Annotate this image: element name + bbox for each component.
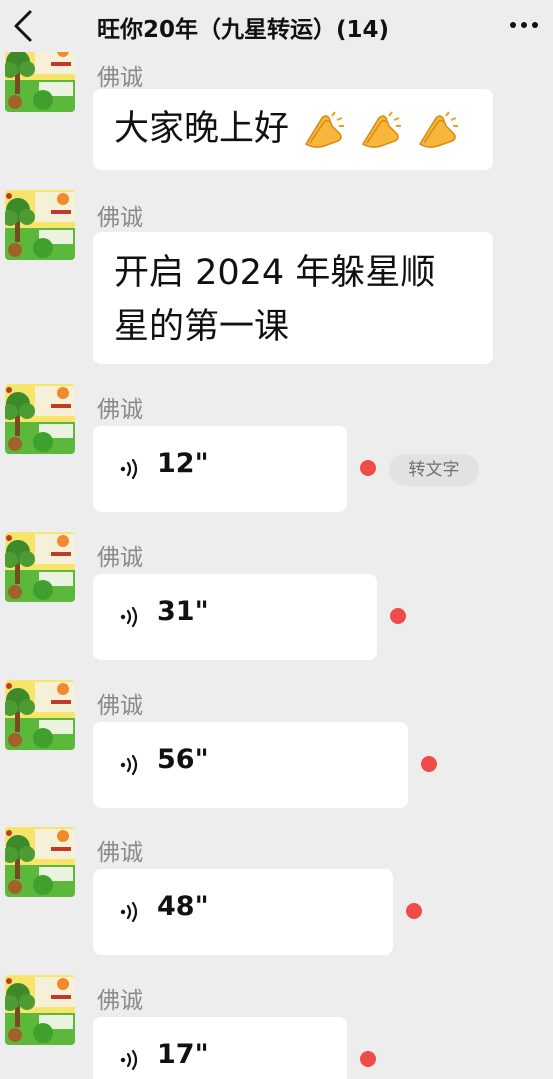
voice-wave-icon xyxy=(120,606,138,628)
sender-name: 佛诚 xyxy=(97,65,143,91)
unread-dot xyxy=(406,903,422,919)
clapping-hands-emoji xyxy=(302,110,346,150)
voice-bubble[interactable]: 56" xyxy=(93,722,408,808)
message-item: 佛诚 56" xyxy=(0,680,553,815)
chat-header: 旺你20年（九星转运）(14) xyxy=(0,0,553,52)
message-item: 佛诚 48" xyxy=(0,827,553,962)
text-bubble[interactable]: 开启 2024 年躲星顺 星的第一课 xyxy=(93,232,493,364)
avatar[interactable] xyxy=(5,827,75,897)
voice-bubble[interactable]: 12" xyxy=(93,426,347,512)
avatar[interactable] xyxy=(5,975,75,1045)
text-bubble[interactable]: 大家晚上好 xyxy=(93,89,493,170)
sender-name: 佛诚 xyxy=(97,693,143,719)
voice-wave-icon xyxy=(120,458,138,480)
message-item: 佛诚 31" xyxy=(0,532,553,667)
more-dots-icon[interactable] xyxy=(509,18,539,32)
unread-dot xyxy=(360,460,376,476)
avatar[interactable] xyxy=(5,384,75,454)
voice-duration: 31" xyxy=(157,596,209,627)
avatar[interactable] xyxy=(5,532,75,602)
sender-name: 佛诚 xyxy=(97,840,143,866)
voice-duration: 17" xyxy=(157,1039,209,1070)
sender-name: 佛诚 xyxy=(97,545,143,571)
voice-duration: 12" xyxy=(157,448,209,479)
avatar[interactable] xyxy=(5,190,75,260)
unread-dot xyxy=(390,608,406,624)
voice-wave-icon xyxy=(120,901,138,923)
message-text-line: 星的第一课 xyxy=(114,307,290,347)
avatar[interactable] xyxy=(5,42,75,112)
transcribe-button[interactable]: 转文字 xyxy=(389,454,479,486)
message-item: 佛诚 17" xyxy=(0,975,553,1079)
clapping-hands-emoji xyxy=(416,110,460,150)
unread-dot xyxy=(360,1051,376,1067)
voice-bubble[interactable]: 17" xyxy=(93,1017,347,1079)
sender-name: 佛诚 xyxy=(97,397,143,423)
message-text-line: 开启 2024 年躲星顺 xyxy=(114,253,436,293)
chat-title: 旺你20年（九星转运）(14) xyxy=(97,17,390,43)
voice-wave-icon xyxy=(120,1049,138,1071)
voice-wave-icon xyxy=(120,754,138,776)
voice-duration: 48" xyxy=(157,891,209,922)
message-item: 佛诚 12" 转文字 xyxy=(0,384,553,519)
voice-bubble[interactable]: 48" xyxy=(93,869,393,955)
message-item: 佛诚 开启 2024 年躲星顺 星的第一课 xyxy=(0,190,553,370)
message-item: 佛诚 大家晚上好 xyxy=(0,52,553,180)
sender-name: 佛诚 xyxy=(97,205,143,231)
sender-name: 佛诚 xyxy=(97,988,143,1014)
unread-dot xyxy=(421,756,437,772)
voice-duration: 56" xyxy=(157,744,209,775)
message-text: 大家晚上好 xyxy=(114,100,460,158)
chevron-left-icon[interactable] xyxy=(10,8,40,44)
voice-bubble[interactable]: 31" xyxy=(93,574,377,660)
clapping-hands-emoji xyxy=(359,110,403,150)
avatar[interactable] xyxy=(5,680,75,750)
